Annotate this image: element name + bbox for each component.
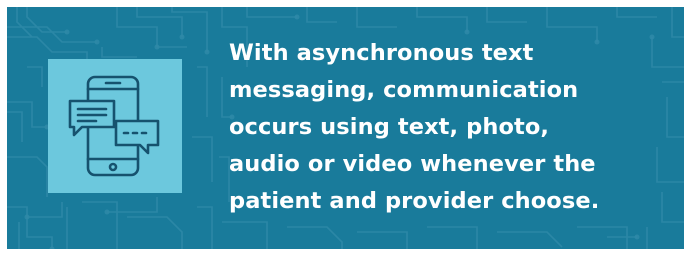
smartphone-with-chat-bubbles-icon — [48, 59, 182, 193]
headline-text: With asynchronous text messaging, commun… — [229, 35, 669, 220]
teal-panel: With asynchronous text messaging, commun… — [7, 7, 684, 249]
headline-line: occurs using text, photo, — [229, 114, 550, 140]
headline-line: With asynchronous text — [229, 40, 534, 66]
headline-line: patient and provider choose. — [229, 188, 600, 214]
infographic-card: With asynchronous text messaging, commun… — [0, 0, 691, 256]
headline-line: messaging, communication — [229, 77, 579, 103]
headline-line: audio or video whenever the — [229, 151, 596, 177]
messaging-icon-tile — [48, 59, 182, 193]
